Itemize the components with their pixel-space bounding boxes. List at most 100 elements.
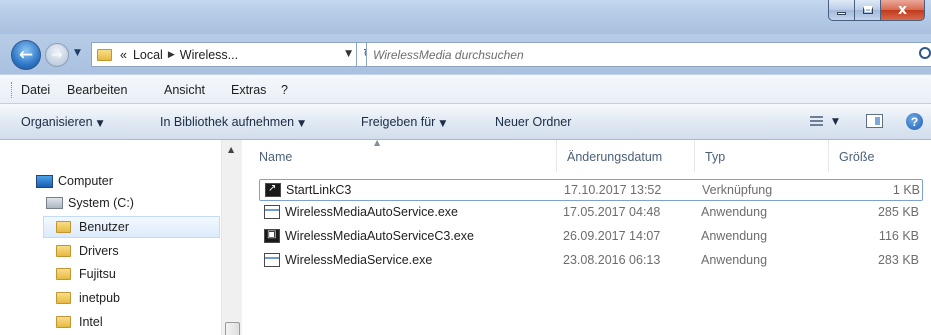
sort-ascending-icon: ▲ — [374, 138, 381, 147]
menu-extras[interactable]: Extras — [231, 83, 266, 97]
menu-datei[interactable]: Datei — [21, 83, 50, 97]
drive-icon — [46, 197, 63, 209]
file-name: WirelessMediaService.exe — [285, 253, 433, 267]
menu-bearbeiten[interactable]: Bearbeiten — [67, 83, 127, 97]
nav-item-label: System (C:) — [68, 196, 134, 210]
breadcrumb-separator-icon[interactable]: ▶ — [168, 50, 175, 60]
change-view-icon[interactable] — [810, 116, 823, 127]
title-bar: x — [0, 0, 931, 34]
file-type: Verknüpfung — [702, 183, 773, 197]
navigation-pane: Computer System (C:) Benutzer Drivers Fu… — [0, 140, 242, 335]
scrollbar-thumb[interactable] — [225, 322, 240, 335]
column-header-type[interactable]: Typ — [695, 140, 829, 172]
breadcrumb-local[interactable]: Local — [133, 48, 163, 62]
nav-item-label: Computer — [58, 174, 113, 188]
navigation-bar: ← → ▼ « Local ▶ Wireless... ▼ ↻ Wireless… — [0, 34, 931, 74]
nav-item-label: Drivers — [79, 244, 119, 258]
black-app-icon — [264, 229, 280, 243]
folder-icon — [56, 221, 71, 233]
chevron-down-icon: ▼ — [298, 119, 306, 129]
breadcrumb-overflow[interactable]: « — [120, 48, 127, 62]
share-with-button[interactable]: Freigeben für ▼ — [361, 115, 446, 129]
navigation-pane-scrollbar[interactable]: ▲ — [221, 140, 242, 335]
shortcut-icon — [265, 183, 281, 197]
column-header-date[interactable]: Änderungsdatum — [557, 140, 695, 172]
application-icon — [264, 253, 280, 267]
minimize-button[interactable] — [828, 0, 855, 21]
maximize-icon — [862, 6, 873, 14]
table-row[interactable]: StartLinkC3 17.10.2017 13:52 Verknüpfung… — [259, 179, 923, 201]
back-button[interactable]: ← — [11, 40, 41, 70]
nav-item-system-drive[interactable]: System (C:) — [46, 192, 134, 214]
nav-item-computer[interactable]: Computer — [36, 170, 113, 192]
search-placeholder: WirelessMedia durchsuchen — [373, 48, 524, 62]
share-with-label: Freigeben für — [361, 115, 436, 129]
nav-item-inetpub[interactable]: inetpub — [56, 287, 120, 309]
preview-pane-icon[interactable] — [866, 114, 883, 128]
back-arrow-icon: ← — [18, 45, 34, 65]
application-icon — [264, 205, 280, 219]
folder-icon — [56, 292, 71, 304]
address-dropdown-icon[interactable]: ▼ — [345, 49, 352, 59]
menu-grip — [11, 82, 13, 98]
file-name: WirelessMediaAutoService.exe — [285, 205, 458, 219]
table-row[interactable]: WirelessMediaService.exe 23.08.2016 06:1… — [259, 250, 923, 272]
maximize-button[interactable] — [855, 0, 881, 21]
column-header-label: Typ — [705, 150, 726, 164]
chevron-down-icon: ▼ — [96, 119, 104, 129]
nav-item-drivers[interactable]: Drivers — [56, 240, 119, 262]
nav-item-label: Intel — [79, 315, 103, 329]
nav-item-fujitsu[interactable]: Fujitsu — [56, 263, 116, 285]
address-bar[interactable]: « Local ▶ Wireless... ▼ — [91, 42, 357, 67]
file-name: WirelessMediaAutoServiceC3.exe — [285, 229, 474, 243]
file-date: 17.05.2017 04:48 — [563, 205, 661, 219]
nav-item-benutzer[interactable]: Benutzer — [43, 216, 220, 238]
file-date: 23.08.2016 06:13 — [563, 253, 661, 267]
new-folder-button[interactable]: Neuer Ordner — [495, 115, 571, 129]
menu-bar: Datei Bearbeiten Ansicht Extras ? — [0, 74, 931, 104]
breadcrumb-wireless[interactable]: Wireless... — [180, 48, 238, 62]
column-header-name[interactable]: Name ▲ — [249, 138, 557, 172]
table-row[interactable]: WirelessMediaAutoService.exe 17.05.2017 … — [259, 202, 923, 224]
column-header-label: Name — [259, 150, 293, 164]
organize-button[interactable]: Organisieren ▼ — [21, 115, 104, 129]
search-icon[interactable] — [919, 47, 931, 59]
add-to-library-button[interactable]: In Bibliothek aufnehmen ▼ — [160, 115, 305, 129]
forward-button[interactable]: → — [45, 43, 69, 67]
folder-icon — [56, 316, 71, 328]
nav-item-label: Benutzer — [79, 220, 130, 234]
file-date: 26.09.2017 14:07 — [563, 229, 661, 243]
computer-icon — [36, 174, 53, 188]
column-header-label: Änderungsdatum — [567, 150, 663, 164]
scroll-up-icon[interactable]: ▲ — [228, 145, 234, 154]
file-size: 1 KB — [892, 183, 920, 197]
file-size: 285 KB — [877, 205, 919, 219]
nav-item-intel[interactable]: Intel — [56, 311, 103, 333]
nav-item-label: Fujitsu — [79, 267, 116, 281]
file-type: Anwendung — [701, 205, 768, 219]
folder-icon — [97, 48, 112, 61]
close-button[interactable]: x — [881, 0, 925, 21]
file-date: 17.10.2017 13:52 — [564, 183, 662, 197]
column-header-size[interactable]: Größe — [829, 140, 931, 172]
menu-help[interactable]: ? — [281, 83, 288, 97]
chevron-down-icon: ▼ — [439, 119, 447, 129]
file-type: Anwendung — [701, 253, 768, 267]
search-box[interactable]: WirelessMedia durchsuchen — [366, 42, 931, 67]
file-list: Name ▲ Änderungsdatum Typ Größe StartLin… — [249, 138, 931, 335]
minimize-icon — [837, 11, 846, 15]
folder-icon — [56, 268, 71, 280]
table-row[interactable]: WirelessMediaAutoServiceC3.exe 26.09.201… — [259, 226, 923, 248]
file-name: StartLinkC3 — [286, 183, 352, 197]
add-to-library-label: In Bibliothek aufnehmen — [160, 115, 295, 129]
file-type: Anwendung — [701, 229, 768, 243]
organize-label: Organisieren — [21, 115, 93, 129]
recent-pages-dropdown[interactable]: ▼ — [74, 48, 81, 58]
menu-ansicht[interactable]: Ansicht — [164, 83, 205, 97]
command-bar: Organisieren ▼ In Bibliothek aufnehmen ▼ F… — [0, 104, 931, 140]
folder-icon — [56, 245, 71, 257]
pane-splitter[interactable] — [242, 140, 249, 335]
nav-item-label: inetpub — [79, 291, 121, 305]
view-options-chevron-icon[interactable]: ▼ — [832, 117, 839, 127]
help-icon[interactable]: ? — [906, 113, 923, 130]
